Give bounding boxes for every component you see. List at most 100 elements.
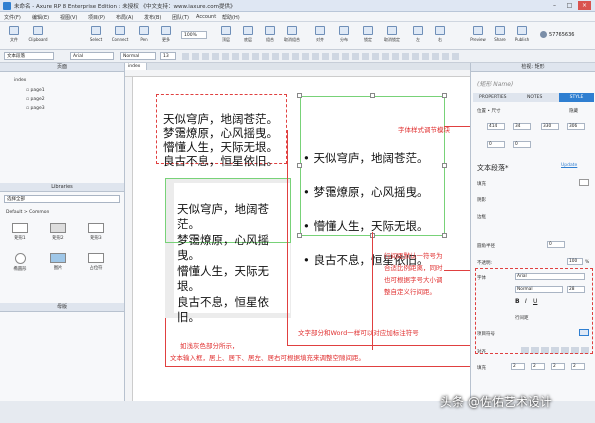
width-field[interactable]: 330 <box>541 123 559 130</box>
menu-project[interactable]: 项目(P) <box>88 14 105 21</box>
shadow-label: 阴影 <box>477 198 486 203</box>
tab-style[interactable]: STYLE <box>559 93 594 102</box>
left-tool[interactable]: 左 <box>406 25 430 47</box>
annotation-line <box>165 318 166 366</box>
widget-placeholder[interactable]: 占位符 <box>84 253 108 271</box>
widget-ellipse[interactable]: 椭圆形 <box>8 253 32 272</box>
connect-tool[interactable]: Connect <box>108 25 132 47</box>
format-controls[interactable] <box>182 53 462 60</box>
menu-edit[interactable]: 编辑(E) <box>32 14 49 21</box>
annotation-line-spacing: 行间距默认一符号为 合适比例距离，同时 也可根据字号大小调 整自定义行间距。 <box>384 252 443 296</box>
menu-account[interactable]: Account <box>196 14 216 20</box>
text-block-1-content: 天似穹庐，地阔苍茫。 梦霭燎原，心风摇曳。 懵懂人生，天际无垠。 良古不息，恒星依旧。 <box>163 112 278 168</box>
page-item[interactable]: ▫ page3 <box>26 106 45 111</box>
widget-rect2[interactable]: 矩形2 <box>46 223 70 241</box>
close-icon[interactable]: × <box>578 1 591 10</box>
file-icon <box>9 26 19 35</box>
fill-swatch[interactable] <box>579 179 589 186</box>
padding-left-field[interactable]: 2 <box>511 363 525 370</box>
bring-front-icon <box>221 26 231 35</box>
selection-handle[interactable] <box>297 233 302 238</box>
distribute-tool[interactable]: 分布 <box>332 25 356 47</box>
group-icon <box>265 26 275 35</box>
user-id[interactable]: 57765636 <box>549 32 574 38</box>
group-tool[interactable]: 组合 <box>258 25 282 47</box>
watermark: 头条 @佐佑艺术设计 <box>440 395 552 409</box>
lock-tool[interactable]: 锁定 <box>356 25 380 47</box>
padding-bottom-field[interactable]: 2 <box>571 363 585 370</box>
user-icon[interactable] <box>540 31 547 38</box>
right-tool[interactable]: 右 <box>428 25 452 47</box>
menu-file[interactable]: 文件(F) <box>4 14 21 21</box>
pages-panel: 页面 index ▫ page1 ▫ page2 ▫ page3 <box>0 63 125 183</box>
x-field[interactable]: 414 <box>487 123 505 130</box>
share-button[interactable]: Share <box>488 25 512 47</box>
selection-handle[interactable] <box>442 163 447 168</box>
window-title: 未命名 - Axure RP 8 Enterprise Edition : 未授… <box>14 4 236 10</box>
minimize-icon[interactable]: – <box>548 1 561 10</box>
tab-properties[interactable]: PROPERTIES <box>479 95 507 100</box>
more-tool[interactable]: 更多 <box>154 25 178 47</box>
unlock-tool[interactable]: 取消锁定 <box>380 25 404 47</box>
radius-field[interactable]: 0 <box>547 241 565 248</box>
selection-handle[interactable] <box>297 163 302 168</box>
font-select[interactable]: Arial <box>70 52 114 60</box>
update-style-link[interactable]: Update <box>561 163 577 168</box>
annotation-bullet: 文字部分和Word一样可以对应加标注符号 <box>298 329 419 337</box>
file-tool[interactable]: 文件 <box>2 25 26 47</box>
app-icon <box>3 2 11 10</box>
height-field[interactable]: 306 <box>567 123 585 130</box>
publish-button[interactable]: Publish <box>510 25 534 47</box>
menu-team[interactable]: 团队(T) <box>172 14 189 21</box>
padding-top-field[interactable]: 2 <box>531 363 545 370</box>
menu-view[interactable]: 视图(V) <box>60 14 77 21</box>
weight-select[interactable]: Normal <box>120 52 156 60</box>
selection-handle[interactable] <box>442 233 447 238</box>
page-item[interactable]: ▫ page1 <box>26 88 45 93</box>
selection-handle[interactable] <box>297 93 302 98</box>
hidden-checkbox-label[interactable]: 隐藏 <box>569 108 578 114</box>
page-root[interactable]: index <box>14 78 26 83</box>
ungroup-tool[interactable]: 取消组合 <box>280 25 304 47</box>
padding-right-field[interactable]: 2 <box>551 363 565 370</box>
text-rotation-field[interactable]: 0 <box>513 141 531 148</box>
menu-help[interactable]: 帮助(H) <box>222 14 240 21</box>
font-style-highlight <box>475 268 593 354</box>
more-icon <box>161 26 171 35</box>
widget-rect1[interactable]: 矩形1 <box>8 223 32 241</box>
tab-notes[interactable]: NOTES <box>527 95 542 100</box>
y-field[interactable]: 34 <box>513 123 531 130</box>
library-select[interactable]: 选择全部 <box>4 195 120 203</box>
zoom-select[interactable]: 100% <box>181 31 207 39</box>
widget-image[interactable]: 图片 <box>46 253 70 271</box>
style-select[interactable]: 文本段落* <box>477 163 509 173</box>
annotation-padding: 如浅灰色部分所示， 文本输入框，居上、居下、居左、居右可根据填充来调整空隙间距。 <box>170 342 365 362</box>
preview-button[interactable]: Preview <box>466 25 490 47</box>
page-item[interactable]: ▫ page2 <box>26 97 45 102</box>
selection-handle[interactable] <box>442 93 447 98</box>
library-group[interactable]: Default > Common <box>6 210 49 215</box>
libraries-panel: Libraries 选择全部 Default > Common 矩形1 矩形2 … <box>0 183 125 303</box>
title-bar: 未命名 - Axure RP 8 Enterprise Edition : 未授… <box>0 0 595 12</box>
inspector-title: 检视: 矩形 <box>471 63 595 72</box>
pen-icon <box>139 26 149 35</box>
annotation-line <box>444 270 470 271</box>
opacity-field[interactable]: 100 <box>567 258 583 265</box>
selection-handle[interactable] <box>370 93 375 98</box>
clipboard-tool[interactable]: Clipboard <box>26 25 50 47</box>
size-select[interactable]: 13 <box>160 52 176 60</box>
bring-front-tool[interactable]: 顶层 <box>214 25 238 47</box>
tab-index[interactable]: index <box>125 63 147 70</box>
widget-name-field[interactable]: (矩形 Name) <box>477 79 513 88</box>
style-select[interactable]: 文本段落 <box>4 52 54 60</box>
menu-publish[interactable]: 发布(B) <box>144 14 161 21</box>
widget-rect3[interactable]: 矩形3 <box>84 223 108 241</box>
align-tool[interactable]: 对齐 <box>308 25 332 47</box>
unlock-icon <box>387 26 397 35</box>
rotation-field[interactable]: 0 <box>487 141 505 148</box>
select-tool[interactable]: Select <box>84 25 108 47</box>
send-back-tool[interactable]: 底层 <box>236 25 260 47</box>
pen-tool[interactable]: Pen <box>132 25 156 47</box>
menu-layout[interactable]: 布局(A) <box>116 14 133 21</box>
maximize-icon[interactable]: □ <box>563 1 576 10</box>
